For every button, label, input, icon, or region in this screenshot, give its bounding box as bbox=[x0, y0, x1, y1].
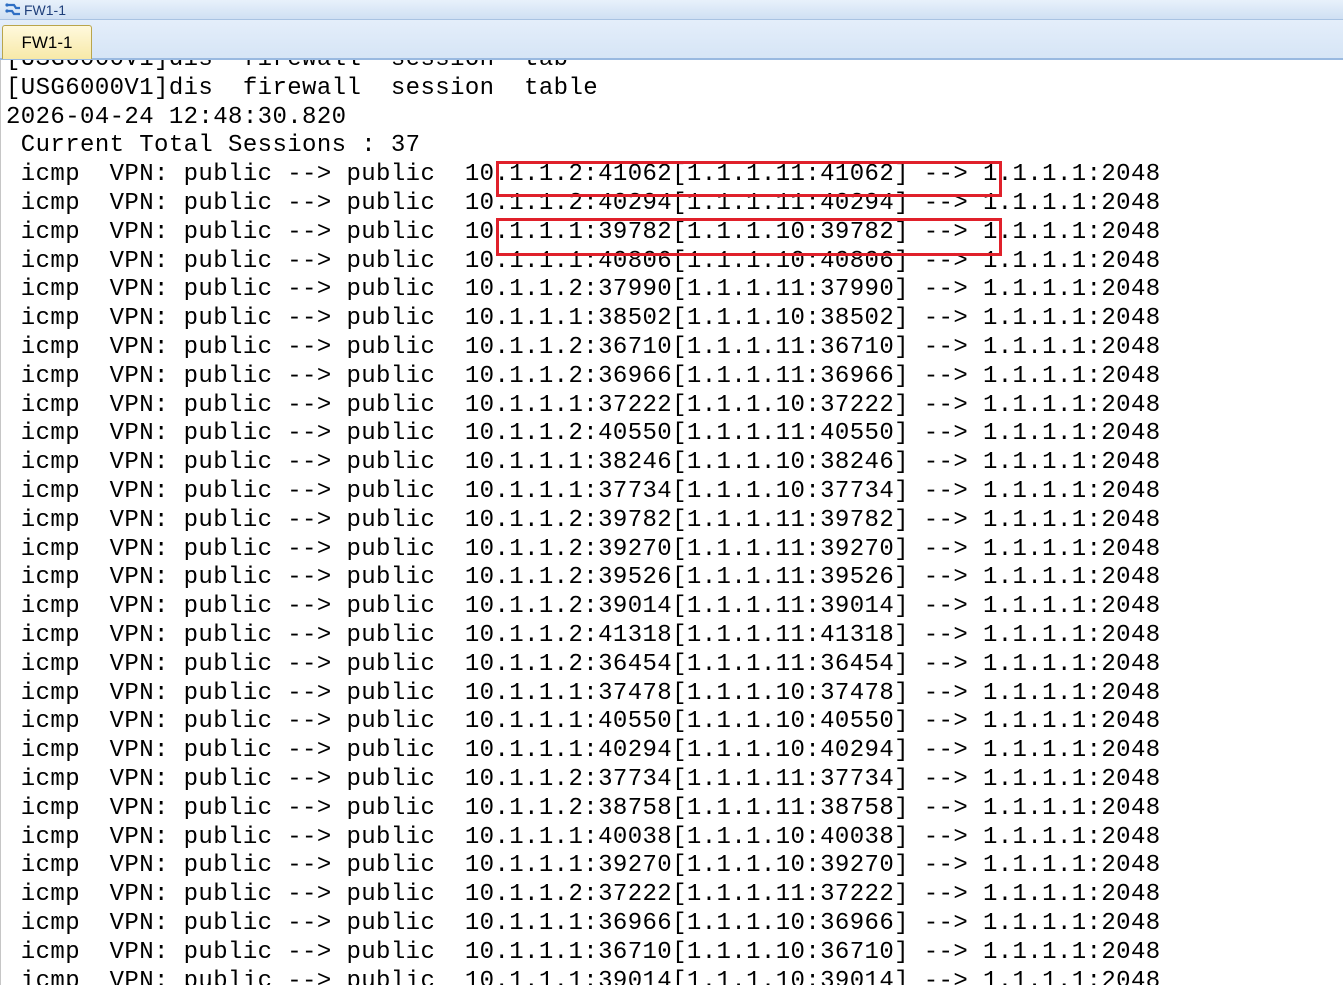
terminal-line: icmp VPN: public --> public 10.1.1.2:405… bbox=[6, 420, 1161, 448]
terminal-line: icmp VPN: public --> public 10.1.1.1:402… bbox=[6, 737, 1161, 765]
terminal-line: icmp VPN: public --> public 10.1.1.2:392… bbox=[6, 535, 1161, 563]
terminal-line: [USG6000V1]dis firewall session table bbox=[6, 74, 599, 102]
terminal-line: Current Total Sessions : 37 bbox=[6, 132, 421, 160]
terminal-line: icmp VPN: public --> public 10.1.1.1:390… bbox=[6, 967, 1161, 985]
terminal-line: icmp VPN: public --> public 10.1.1.2:387… bbox=[6, 794, 1161, 822]
terminal-line: icmp VPN: public --> public 10.1.1.2:367… bbox=[6, 333, 1161, 361]
terminal-line: icmp VPN: public --> public 10.1.1.2:390… bbox=[6, 593, 1161, 621]
terminal-line: icmp VPN: public --> public 10.1.1.2:395… bbox=[6, 564, 1161, 592]
terminal-line: icmp VPN: public --> public 10.1.1.2:364… bbox=[6, 650, 1161, 678]
terminal-line: icmp VPN: public --> public 10.1.1.2:377… bbox=[6, 765, 1161, 793]
terminal-line: icmp VPN: public --> public 10.1.1.1:382… bbox=[6, 449, 1161, 477]
terminal-line: icmp VPN: public --> public 10.1.1.1:408… bbox=[6, 247, 1161, 275]
terminal-line: icmp VPN: public --> public 10.1.1.2:410… bbox=[6, 161, 1161, 189]
terminal-line: icmp VPN: public --> public 10.1.1.1:400… bbox=[6, 823, 1161, 851]
terminal-app-icon bbox=[4, 2, 22, 18]
terminal-line: icmp VPN: public --> public 10.1.1.2:397… bbox=[6, 506, 1161, 534]
terminal-line: icmp VPN: public --> public 10.1.1.1:377… bbox=[6, 477, 1161, 505]
terminal-line: icmp VPN: public --> public 10.1.1.1:367… bbox=[6, 938, 1161, 966]
terminal-line: icmp VPN: public --> public 10.1.1.2:413… bbox=[6, 621, 1161, 649]
terminal-line: icmp VPN: public --> public 10.1.1.1:369… bbox=[6, 909, 1161, 937]
terminal-line: icmp VPN: public --> public 10.1.1.1:397… bbox=[6, 218, 1161, 246]
terminal-line: icmp VPN: public --> public 10.1.1.2:372… bbox=[6, 881, 1161, 909]
terminal-lines: [USG6000V1]dis firewall session tab[USG6… bbox=[6, 60, 1161, 985]
terminal-line: icmp VPN: public --> public 10.1.1.1:372… bbox=[6, 391, 1161, 419]
terminal-line: icmp VPN: public --> public 10.1.1.2:369… bbox=[6, 362, 1161, 390]
tab-strip: FW1-1 bbox=[0, 20, 1343, 60]
window-title-bar: FW1-1 bbox=[0, 0, 1343, 20]
window-title: FW1-1 bbox=[24, 1, 66, 18]
terminal-output[interactable]: [USG6000V1]dis firewall session tab[USG6… bbox=[0, 60, 1343, 985]
terminal-line: icmp VPN: public --> public 10.1.1.1:385… bbox=[6, 305, 1161, 333]
terminal-line: [USG6000V1]dis firewall session tab bbox=[6, 60, 1161, 75]
tab-fw1-1[interactable]: FW1-1 bbox=[2, 25, 92, 59]
terminal-line: icmp VPN: public --> public 10.1.1.1:405… bbox=[6, 708, 1161, 736]
terminal-line: icmp VPN: public --> public 10.1.1.1:374… bbox=[6, 679, 1161, 707]
terminal-line: icmp VPN: public --> public 10.1.1.2:402… bbox=[6, 189, 1161, 217]
terminal-line: icmp VPN: public --> public 10.1.1.2:379… bbox=[6, 276, 1161, 304]
terminal-line: icmp VPN: public --> public 10.1.1.1:392… bbox=[6, 852, 1161, 880]
terminal-line: 2026-04-24 12:48:30.820 bbox=[6, 103, 347, 131]
